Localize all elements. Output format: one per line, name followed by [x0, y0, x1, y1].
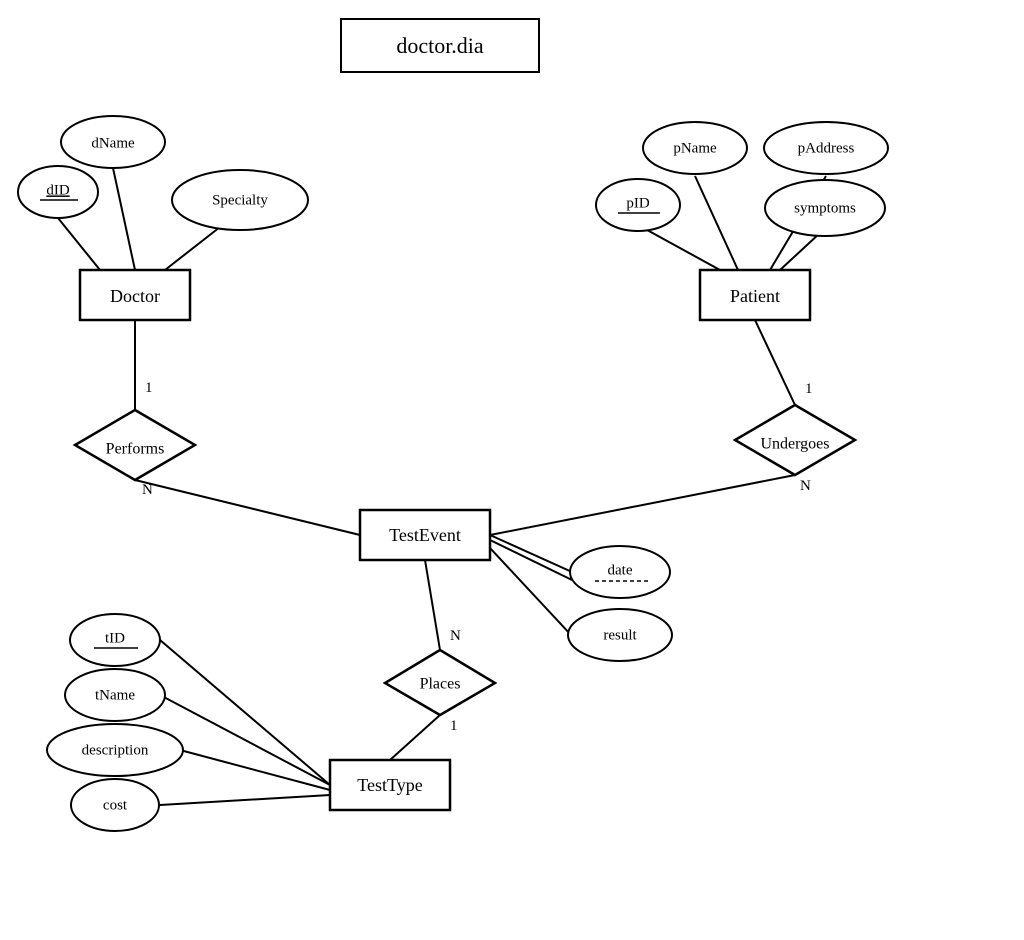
diagram-title: doctor.dia — [340, 18, 540, 73]
svg-text:Undergoes: Undergoes — [760, 436, 829, 453]
svg-text:cost: cost — [103, 797, 128, 813]
svg-text:Performs: Performs — [106, 441, 165, 458]
svg-text:N: N — [142, 482, 153, 498]
svg-text:dID: dID — [46, 182, 69, 198]
svg-text:Specialty: Specialty — [212, 192, 268, 208]
diagram-container: doctor.dia — [0, 0, 1024, 940]
svg-text:Places: Places — [420, 676, 461, 693]
svg-text:pAddress: pAddress — [798, 140, 855, 156]
svg-text:pName: pName — [673, 140, 717, 156]
svg-text:result: result — [603, 627, 637, 643]
svg-text:description: description — [82, 742, 149, 758]
svg-text:dName: dName — [91, 135, 135, 151]
svg-text:Patient: Patient — [730, 286, 780, 306]
svg-text:tID: tID — [105, 630, 125, 646]
svg-text:TestEvent: TestEvent — [389, 525, 461, 545]
svg-text:pID: pID — [626, 195, 649, 211]
svg-text:1: 1 — [145, 380, 153, 396]
svg-text:TestType: TestType — [357, 775, 422, 795]
svg-text:date: date — [608, 562, 633, 578]
title-text: doctor.dia — [396, 33, 483, 59]
svg-text:1: 1 — [805, 381, 813, 397]
svg-text:tName: tName — [95, 687, 135, 703]
svg-text:N: N — [450, 628, 461, 644]
svg-text:N: N — [800, 478, 811, 494]
diagram-svg: Performs 1 N Undergoes 1 N Places N 1 Do… — [0, 0, 1024, 940]
svg-text:1: 1 — [450, 718, 458, 734]
svg-text:Doctor: Doctor — [110, 286, 160, 306]
svg-text:symptoms: symptoms — [794, 200, 856, 216]
